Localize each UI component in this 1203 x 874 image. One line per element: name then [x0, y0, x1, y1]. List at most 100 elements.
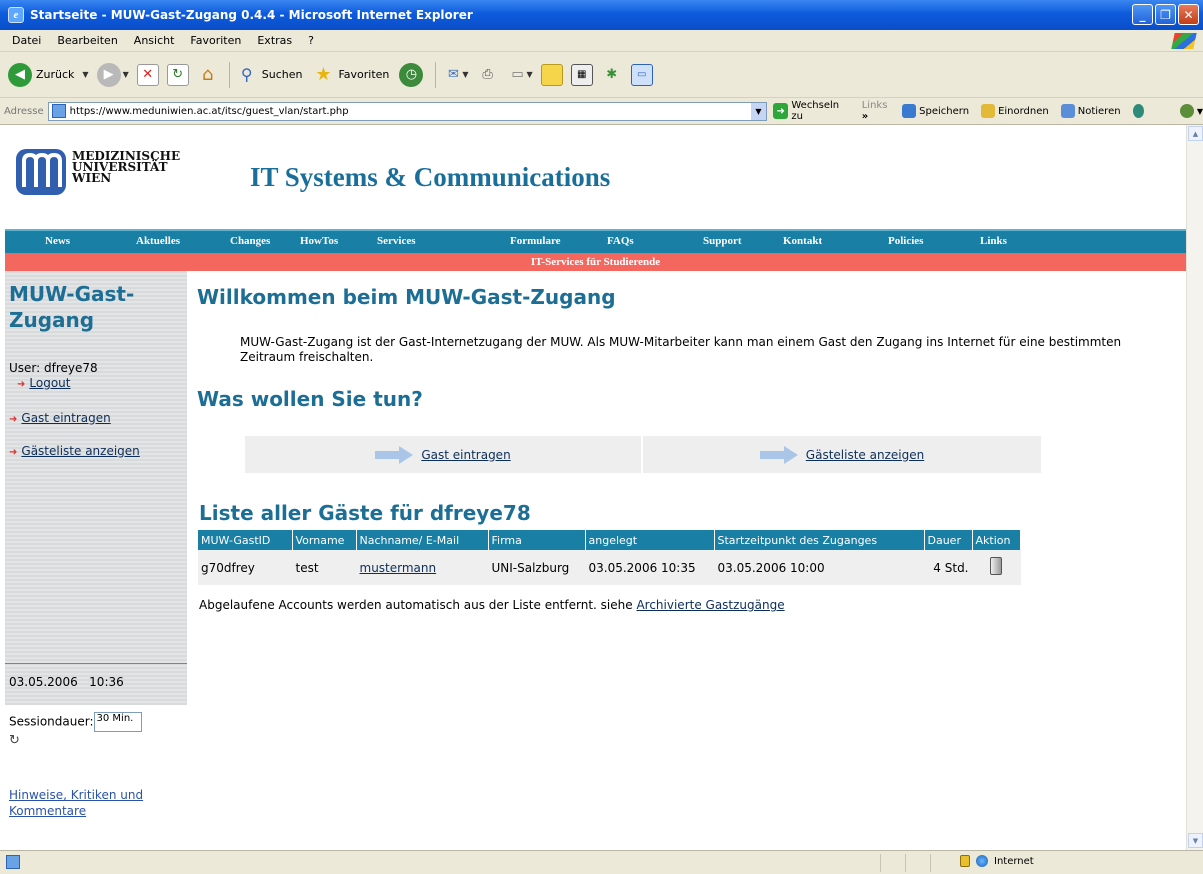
menu-ansicht[interactable]: Ansicht	[126, 34, 183, 47]
go-label: Wechseln zu	[791, 100, 840, 122]
window-title: Startseite - MUW-Gast-Zugang 0.4.4 - Mic…	[30, 8, 473, 22]
home-icon[interactable]: ⌂	[197, 64, 219, 86]
stop-icon[interactable]: ✕	[136, 63, 159, 86]
nav-formulare[interactable]: Formulare	[510, 235, 561, 247]
links-toolbar: Links » Speichern Einordnen Notieren ▼	[862, 100, 1203, 122]
sidebar-title: MUW-Gast- Zugang	[9, 282, 135, 332]
nav-changes[interactable]: Changes	[230, 235, 270, 247]
translate-icon[interactable]: ✱	[601, 64, 623, 86]
window-controls: _ ❐ ✕	[1132, 4, 1199, 25]
links-label[interactable]: Links »	[862, 100, 890, 122]
action-panel: Gast eintragen Gästeliste anzeigen	[245, 436, 1041, 473]
col-header: Aktion	[972, 530, 1021, 550]
plugin-icon	[1179, 104, 1194, 118]
logout-link[interactable]: ➜ Logout	[17, 376, 70, 390]
menu-bar: Datei Bearbeiten Ansicht Favoriten Extra…	[0, 30, 1203, 52]
notes-icon[interactable]	[540, 63, 563, 86]
table-header-row: MUW-GastID Vorname Nachname/ E-Mail Firm…	[198, 530, 1021, 550]
student-services-bar[interactable]: IT-Services für Studierende	[5, 253, 1186, 271]
edit-icon[interactable]: ▭	[507, 64, 529, 86]
forward-dropdown-icon[interactable]: ▼	[123, 70, 129, 79]
muw-logo-icon	[16, 149, 66, 195]
close-button[interactable]: ✕	[1178, 4, 1199, 25]
extras-link[interactable]: ▼	[1179, 104, 1203, 118]
sidebar-add-guest-link[interactable]: ➜ Gast eintragen	[9, 411, 111, 425]
nav-howtos[interactable]: HowTos	[300, 235, 338, 247]
mail-dropdown-icon[interactable]: ▼	[462, 70, 468, 79]
page-viewport: MEDIZINISCHE UNIVERSITÄT WIEN IT Systems…	[0, 125, 1186, 850]
menu-help[interactable]: ?	[300, 34, 322, 47]
notes-link[interactable]: Notieren	[1060, 104, 1121, 118]
maximize-button[interactable]: ❐	[1155, 4, 1176, 25]
organize-link[interactable]: Einordnen	[981, 104, 1049, 118]
back-button[interactable]: ◀ Zurück	[8, 62, 74, 87]
table-row: g70dfrey test mustermann UNI-Salzburg 03…	[198, 550, 1021, 585]
edit-dropdown-icon[interactable]: ▼	[527, 70, 533, 79]
lock-icon	[960, 855, 970, 867]
search-button[interactable]: ⚲ Suchen	[236, 64, 303, 86]
nav-policies[interactable]: Policies	[888, 235, 923, 247]
nav-news[interactable]: News	[45, 235, 70, 247]
address-label: Adresse	[4, 105, 44, 117]
cell-duration: 4 Std.	[924, 550, 973, 585]
back-dropdown-icon[interactable]: ▼	[82, 70, 88, 79]
minimize-button[interactable]: _	[1132, 4, 1153, 25]
menu-bearbeiten[interactable]: Bearbeiten	[49, 34, 125, 47]
save-link[interactable]: Speichern	[902, 104, 969, 118]
guest-name-link[interactable]: mustermann	[360, 561, 437, 575]
favorites-label: Favoriten	[338, 68, 390, 81]
toolbar: ◀ Zurück ▼ ▶ ▼ ✕ ↻ ⌂ ⚲ Suchen ★ Favorite…	[0, 52, 1203, 98]
nav-kontakt[interactable]: Kontakt	[783, 235, 822, 247]
col-header: Firma	[488, 530, 586, 550]
arrow-right-icon	[375, 445, 414, 464]
nav-faqs[interactable]: FAQs	[607, 235, 634, 247]
menu-datei[interactable]: Datei	[4, 34, 49, 47]
archive-link[interactable]: Archivierte Gastzugänge	[636, 598, 784, 612]
col-header: Vorname	[292, 530, 357, 550]
muw-logo[interactable]: MEDIZINISCHE UNIVERSITÄT WIEN	[16, 147, 180, 197]
refresh-icon[interactable]: ↻	[166, 63, 189, 86]
vertical-scrollbar[interactable]: ▲ ▼	[1186, 125, 1203, 850]
url-text: https://www.meduniwien.ac.at/itsc/guest_…	[69, 105, 349, 117]
current-user: User: dfreye78	[9, 361, 98, 375]
web-icon[interactable]	[1132, 104, 1144, 118]
print-icon[interactable]: ⎙	[477, 64, 499, 86]
forward-button[interactable]: ▶	[96, 62, 121, 87]
address-bar: Adresse https://www.meduniwien.ac.at/its…	[0, 98, 1203, 125]
main-nav: News Aktuelles Changes HowTos Services F…	[5, 229, 1186, 253]
windows-flag-icon	[1171, 33, 1197, 49]
history-icon[interactable]: ◷	[399, 62, 424, 87]
nav-aktuelles[interactable]: Aktuelles	[136, 235, 180, 247]
trash-icon[interactable]	[990, 557, 1002, 575]
nav-services[interactable]: Services	[377, 235, 415, 247]
col-header: Nachname/ E-Mail	[356, 530, 489, 550]
scroll-down-icon[interactable]: ▼	[1188, 833, 1203, 848]
arrow-right-icon: ➜	[9, 447, 18, 458]
cell-start-time: 03.05.2006 10:00	[714, 550, 925, 585]
refresh-session-icon[interactable]: ↻	[9, 733, 20, 748]
menu-favoriten[interactable]: Favoriten	[182, 34, 249, 47]
action-guest-list[interactable]: Gästeliste anzeigen	[643, 436, 1041, 473]
url-input[interactable]: https://www.meduniwien.ac.at/itsc/guest_…	[47, 101, 767, 121]
toolbar-separator	[228, 61, 230, 88]
favorites-button[interactable]: ★ Favoriten	[312, 64, 389, 86]
feedback-link[interactable]: Hinweise, Kritiken und Kommentare	[9, 787, 143, 819]
go-button[interactable]: ➜ Wechseln zu	[772, 100, 852, 122]
url-dropdown-icon[interactable]: ▼	[750, 102, 766, 120]
organize-label: Einordnen	[998, 105, 1049, 117]
guest-list-link[interactable]: Gästeliste anzeigen	[806, 448, 924, 462]
action-add-guest[interactable]: Gast eintragen	[245, 436, 643, 473]
mail-icon[interactable]: ✉	[442, 64, 464, 86]
session-duration-input[interactable]: 30 Min.	[93, 712, 142, 732]
col-header: MUW-GastID	[198, 530, 293, 550]
messenger-icon[interactable]: ▭	[630, 63, 653, 86]
add-guest-link[interactable]: Gast eintragen	[421, 448, 510, 462]
sidebar-guest-list-link[interactable]: ➜ Gästeliste anzeigen	[9, 444, 140, 458]
qr-icon[interactable]: ▦	[570, 63, 593, 86]
menu-extras[interactable]: Extras	[249, 34, 300, 47]
nav-links[interactable]: Links	[980, 235, 1007, 247]
nav-support[interactable]: Support	[703, 235, 742, 247]
scroll-up-icon[interactable]: ▲	[1188, 126, 1203, 141]
intro-text: MUW-Gast-Zugang ist der Gast-Internetzug…	[240, 335, 1122, 364]
search-label: Suchen	[261, 68, 303, 81]
